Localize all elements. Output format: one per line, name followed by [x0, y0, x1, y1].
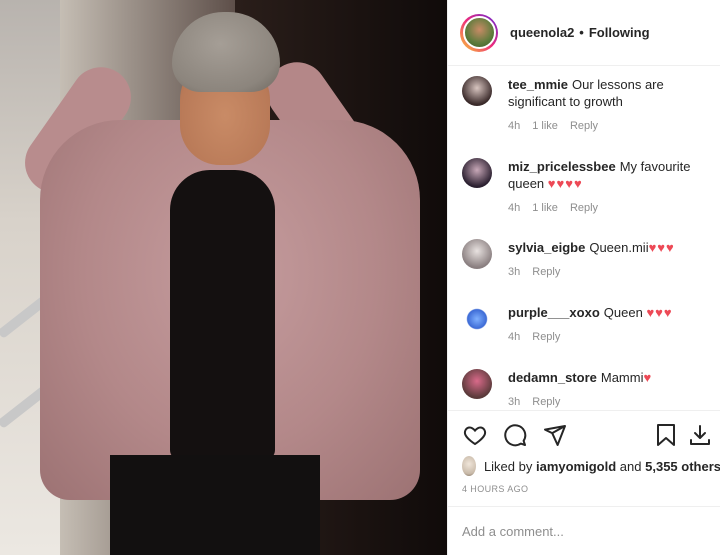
photo-top	[170, 170, 275, 460]
post-actions-bar	[448, 410, 720, 458]
commenter-username[interactable]: dedamn_store	[508, 370, 597, 385]
commenter-avatar[interactable]	[462, 239, 492, 269]
author-username[interactable]: queenola2	[510, 25, 574, 40]
comment-reply-button[interactable]: Reply	[532, 266, 560, 278]
comment-meta: 4h 1 like Reply	[508, 120, 701, 132]
actions-right	[653, 422, 720, 448]
add-comment-bar	[448, 506, 720, 555]
comment-body: Queen.mii	[589, 240, 649, 255]
comment-icon[interactable]	[502, 422, 528, 448]
comment-body: Queen	[603, 305, 643, 320]
comment-item: dedamn_store Mammi♥ 3h Reply	[448, 369, 720, 408]
comment-meta: 4h 1 like Reply	[508, 202, 701, 214]
comment-body: Mammi	[600, 370, 644, 385]
comment-meta: 3h Reply	[508, 266, 701, 278]
commenter-username[interactable]: miz_pricelessbee	[508, 159, 616, 174]
post-photo	[0, 0, 447, 555]
comment-heart-emojis: ♥	[643, 370, 653, 385]
comment-item: purple___xoxo Queen ♥♥♥ 4h Reply	[448, 304, 720, 343]
comment-item: miz_pricelessbee My favourite queen ♥♥♥♥ …	[448, 158, 720, 214]
comments-list[interactable]: tee_mmie Our lessons are significant to g…	[448, 66, 720, 410]
post-timestamp[interactable]: 4 HOURS AGO	[462, 484, 528, 494]
comment-item: tee_mmie Our lessons are significant to g…	[448, 76, 720, 132]
likes-prefix: Liked by	[483, 458, 533, 474]
commenter-avatar[interactable]	[462, 304, 492, 334]
author-avatar[interactable]	[462, 16, 496, 49]
comment-time[interactable]: 3h	[508, 266, 520, 278]
comment-likes[interactable]: 1 like	[532, 120, 558, 132]
comment-input[interactable]	[462, 523, 692, 539]
commenter-username[interactable]: purple___xoxo	[508, 305, 600, 320]
comment-reply-button[interactable]: Reply	[532, 331, 560, 343]
comment-meta: 4h Reply	[508, 331, 701, 343]
author-avatar-ring[interactable]	[460, 13, 498, 52]
comment-reply-button[interactable]: Reply	[570, 120, 598, 132]
comment-text: dedamn_store Mammi♥	[508, 369, 701, 386]
liker-username[interactable]: iamyomigold	[536, 459, 616, 474]
comment-time[interactable]: 4h	[508, 120, 520, 132]
follow-button[interactable]: Following	[589, 25, 650, 40]
post-side-panel: queenola2 • Following tee_mmie Our lesson…	[447, 0, 720, 555]
post-header: queenola2 • Following	[448, 0, 720, 66]
share-icon[interactable]	[542, 422, 568, 448]
comment-likes[interactable]: 1 like	[532, 202, 558, 214]
likes-summary: Liked by iamyomigold and 5,355 others	[462, 456, 720, 476]
commenter-avatar[interactable]	[462, 158, 492, 188]
commenter-avatar[interactable]	[462, 369, 492, 399]
comment-text: miz_pricelessbee My favourite queen ♥♥♥♥	[508, 158, 701, 192]
comment-reply-button[interactable]: Reply	[532, 396, 560, 408]
comment-text: tee_mmie Our lessons are significant to g…	[508, 76, 701, 110]
download-icon[interactable]	[687, 422, 713, 448]
comment-text: purple___xoxo Queen ♥♥♥	[508, 304, 701, 321]
heart-icon[interactable]	[462, 422, 488, 448]
commenter-username[interactable]: tee_mmie	[508, 77, 568, 92]
comment-time[interactable]: 4h	[508, 331, 520, 343]
comment-time[interactable]: 3h	[508, 396, 520, 408]
commenter-avatar[interactable]	[462, 76, 492, 106]
comment-heart-emojis: ♥♥♥	[648, 240, 675, 255]
liker-avatar[interactable]	[462, 456, 476, 476]
bookmark-icon[interactable]	[653, 422, 679, 448]
comment-text: sylvia_eigbe Queen.mii♥♥♥	[508, 239, 701, 256]
header-separator: •	[579, 25, 584, 40]
comment-heart-emojis: ♥♥♥	[646, 305, 673, 320]
photo-legs	[110, 455, 320, 555]
commenter-username[interactable]: sylvia_eigbe	[508, 240, 585, 255]
likes-connector: and	[619, 458, 642, 474]
comment-meta: 3h Reply	[508, 396, 701, 408]
comment-time[interactable]: 4h	[508, 202, 520, 214]
comment-item: sylvia_eigbe Queen.mii♥♥♥ 3h Reply	[448, 239, 720, 278]
comment-heart-emojis: ♥♥♥♥	[547, 176, 583, 191]
likes-count[interactable]: 5,355 others	[645, 459, 720, 474]
comment-reply-button[interactable]: Reply	[570, 202, 598, 214]
